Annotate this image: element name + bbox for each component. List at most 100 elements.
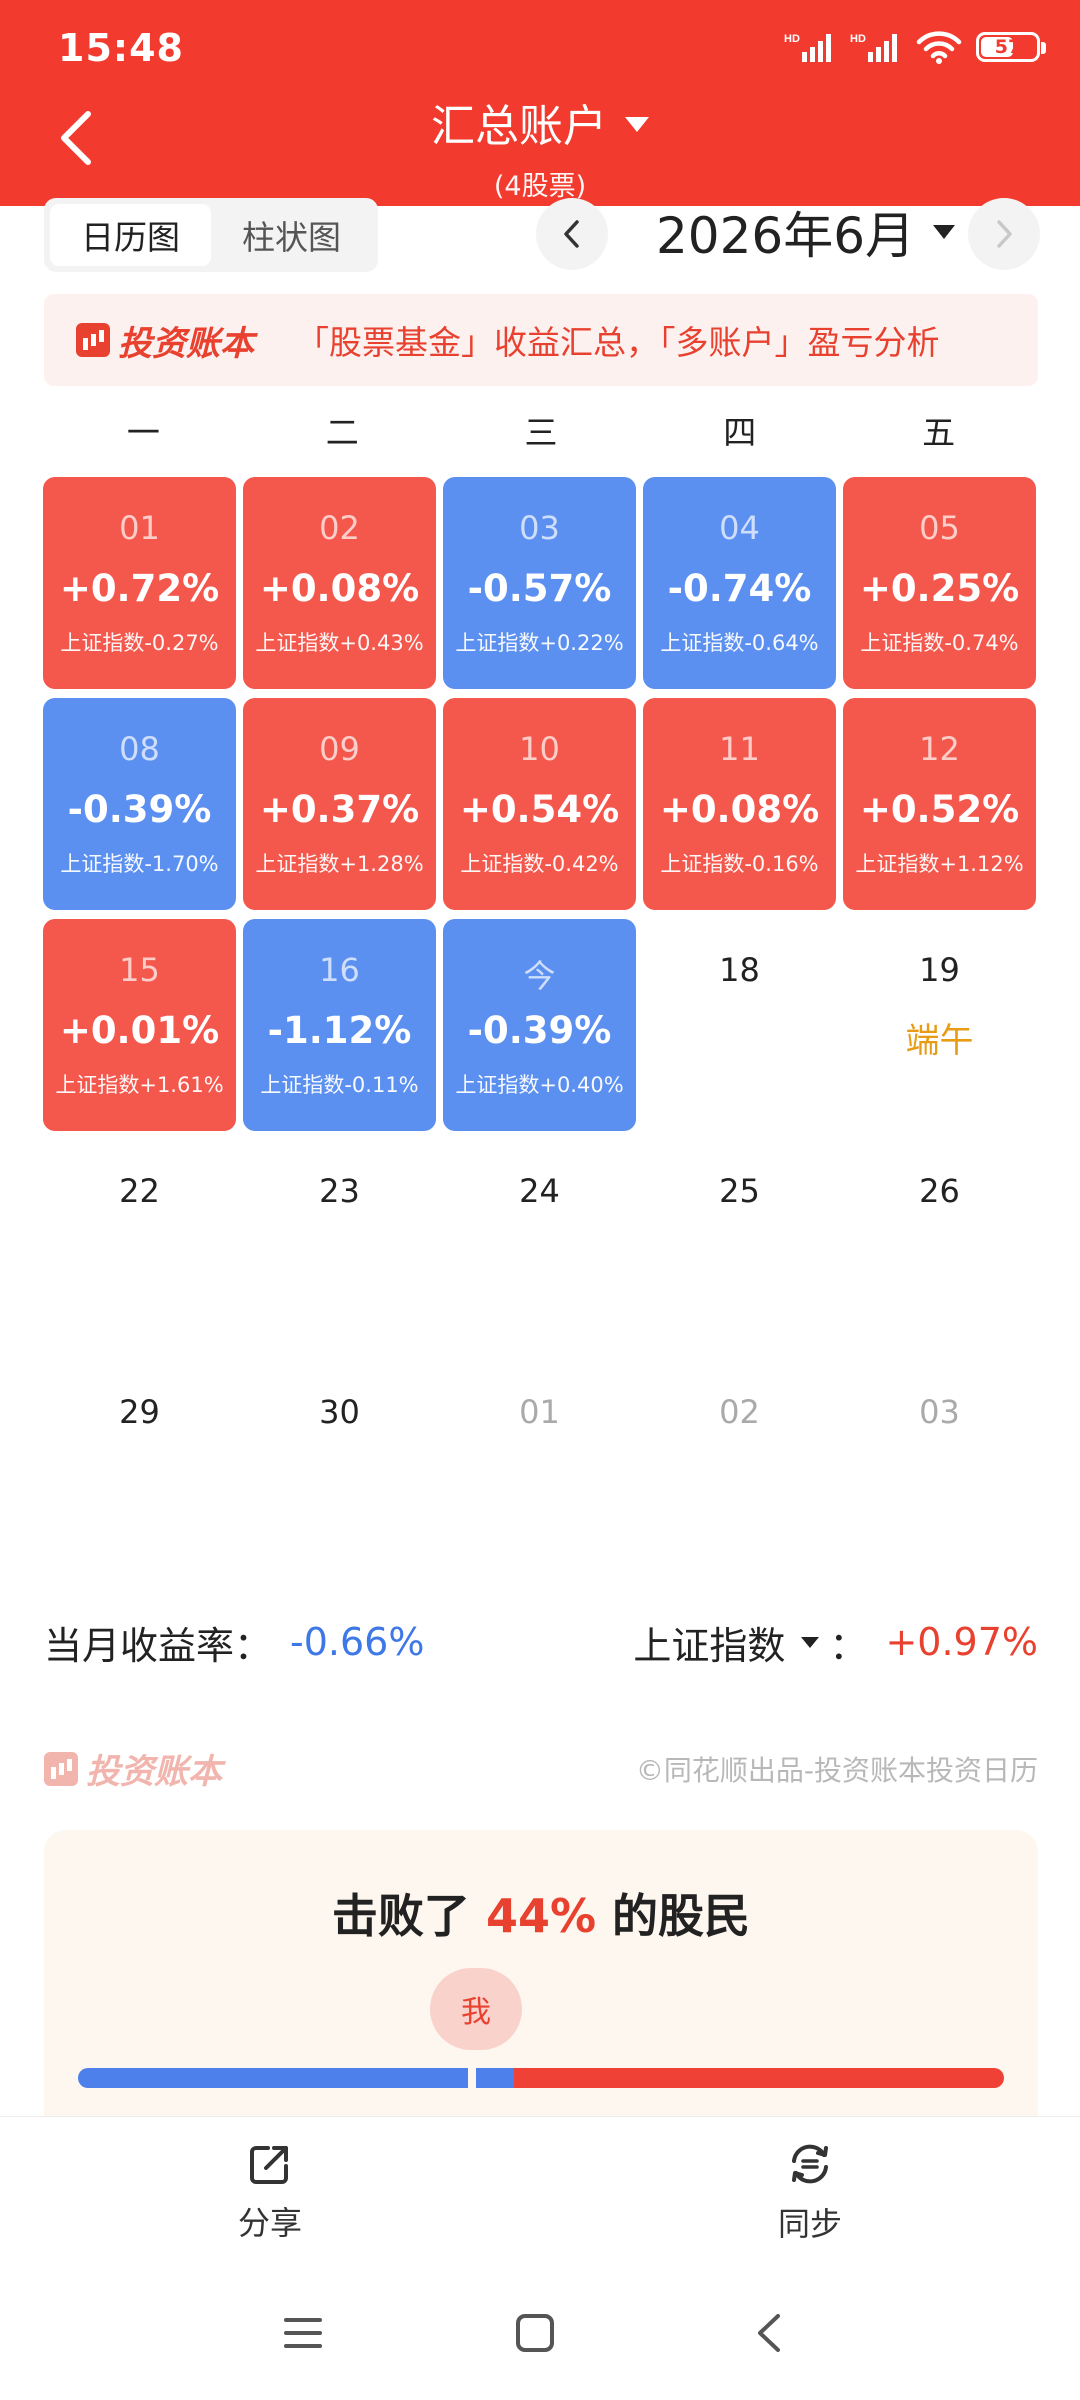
weekday-header: 一 二 三 四 五	[44, 406, 1038, 454]
calendar-day-cell[interactable]: 16 -1.12% 上证指数-0.11%	[243, 919, 436, 1131]
daily-return: +0.72%	[59, 567, 220, 610]
day-number: 02	[719, 1393, 760, 1431]
calendar-day-cell[interactable]: 03	[843, 1361, 1036, 1573]
signal-icon: HD	[784, 33, 831, 62]
month-return-value: -0.66%	[290, 1620, 425, 1664]
day-number: 08	[119, 730, 160, 768]
calendar-week-row: 08 -0.39% 上证指数-1.70% 09 +0.37% 上证指数+1.28% 10 +0…	[43, 698, 1039, 910]
calendar-day-cell[interactable]: 19 端午	[843, 919, 1036, 1131]
brand-logo: 投资账本	[76, 316, 254, 365]
index-change: 上证指数-0.16%	[660, 852, 819, 876]
day-number: 26	[919, 1172, 960, 1210]
index-change: 上证指数-1.70%	[60, 852, 219, 876]
day-number: 23	[319, 1172, 360, 1210]
signal-icon: HD	[850, 33, 897, 62]
page-title: 汇总账户	[431, 101, 607, 152]
daily-return: +0.01%	[59, 1009, 220, 1052]
calendar-day-cell[interactable]: 23	[243, 1140, 436, 1352]
calendar-day-cell[interactable]: 09 +0.37% 上证指数+1.28%	[243, 698, 436, 910]
month-label: 2026年6月	[656, 207, 916, 265]
day-number: 25	[719, 1172, 760, 1210]
daily-return: -0.57%	[467, 567, 612, 610]
calendar-day-cell[interactable]: 12 +0.52% 上证指数+1.12%	[843, 698, 1036, 910]
calendar-day-cell[interactable]: 02	[643, 1361, 836, 1573]
day-number: 15	[119, 951, 160, 989]
ranking-title: 击败了 44% 的股民	[44, 1880, 1038, 1946]
menu-icon[interactable]	[280, 2310, 326, 2356]
day-number: 02	[319, 509, 360, 547]
calendar-day-cell[interactable]: 01	[443, 1361, 636, 1573]
calendar-day-cell[interactable]: 11 +0.08% 上证指数-0.16%	[643, 698, 836, 910]
ranking-card: 击败了 44% 的股民 我	[44, 1830, 1038, 2130]
calendar-day-cell[interactable]: 今 -0.39% 上证指数+0.40%	[443, 919, 636, 1131]
calendar-week-row: 29 30 01 02 03	[43, 1361, 1039, 1573]
calendar-day-cell[interactable]: 26	[843, 1140, 1036, 1352]
day-number: 10	[519, 730, 560, 768]
day-number: 今	[523, 957, 556, 995]
ranking-percent: 44%	[485, 1889, 597, 1943]
calendar-day-cell[interactable]: 15 +0.01% 上证指数+1.61%	[43, 919, 236, 1131]
index-change: 上证指数+0.22%	[455, 631, 624, 655]
calendar-day-cell[interactable]: 24	[443, 1140, 636, 1352]
day-number: 01	[519, 1393, 560, 1431]
chevron-left-icon	[564, 220, 579, 248]
index-change: 上证指数+0.43%	[255, 631, 424, 655]
brand-logo: 投资账本	[44, 1744, 222, 1793]
calendar-day-cell[interactable]: 04 -0.74% 上证指数-0.64%	[643, 477, 836, 689]
ledger-icon	[44, 1751, 78, 1786]
index-change: 上证指数-0.64%	[660, 631, 819, 655]
calendar-day-cell[interactable]: 29	[43, 1361, 236, 1573]
calendar-day-cell[interactable]: 25	[643, 1140, 836, 1352]
ranking-suffix: 的股民	[596, 1889, 751, 1943]
index-change: 上证指数+1.28%	[255, 852, 424, 876]
calendar-day-cell[interactable]: 10 +0.54% 上证指数-0.42%	[443, 698, 636, 910]
day-number: 12	[919, 730, 960, 768]
calendar-day-cell[interactable]: 05 +0.25% 上证指数-0.74%	[843, 477, 1036, 689]
svg-text:HD: HD	[850, 33, 866, 45]
ranking-bar-above	[514, 2068, 1004, 2088]
next-month-button[interactable]	[968, 198, 1040, 270]
share-button[interactable]: 分享	[0, 2117, 540, 2266]
index-selector[interactable]: 上证指数 ： +0.97%	[633, 1615, 1038, 1670]
calendar-day-cell[interactable]: 01 +0.72% 上证指数-0.27%	[43, 477, 236, 689]
ranking-bar-below	[78, 2068, 468, 2088]
status-time: 15:48	[58, 26, 184, 70]
calendar-grid: 01 +0.72% 上证指数-0.27% 02 +0.08% 上证指数+0.43% 03 -0…	[43, 477, 1039, 1582]
bottom-action-bar: 分享 同步	[0, 2116, 1080, 2266]
prev-month-button[interactable]	[536, 198, 608, 270]
back-nav-icon[interactable]	[748, 2310, 794, 2356]
credit-text: ©同花顺出品-投资账本投资日历	[635, 1753, 1038, 1787]
calendar-day-cell[interactable]: 02 +0.08% 上证指数+0.43%	[243, 477, 436, 689]
calendar-day-cell[interactable]: 22	[43, 1140, 236, 1352]
svg-text:HD: HD	[784, 33, 800, 45]
weekday-label: 二	[325, 413, 359, 452]
day-number: 03	[919, 1393, 960, 1431]
calendar-day-cell[interactable]: 03 -0.57% 上证指数+0.22%	[443, 477, 636, 689]
weekday-label: 四	[723, 413, 757, 452]
sync-button[interactable]: 同步	[540, 2117, 1080, 2266]
day-number: 09	[319, 730, 360, 768]
tab-calendar[interactable]: 日历图	[50, 204, 211, 266]
calendar-day-cell[interactable]: 08 -0.39% 上证指数-1.70%	[43, 698, 236, 910]
index-change: 上证指数-0.11%	[260, 1073, 419, 1097]
calendar-day-cell[interactable]: 18	[643, 919, 836, 1131]
index-change: 上证指数+1.12%	[855, 852, 1024, 876]
day-number: 03	[519, 509, 560, 547]
month-selector[interactable]: 2026年6月	[656, 196, 956, 268]
day-number: 24	[519, 1172, 560, 1210]
index-change: 上证指数-0.27%	[60, 631, 219, 655]
chevron-right-icon	[997, 220, 1012, 248]
home-icon[interactable]	[512, 2310, 558, 2356]
me-marker: 我	[430, 1968, 522, 2050]
promo-banner[interactable]: 投资账本 「股票基金」收益汇总，「多账户」盈亏分析	[44, 294, 1038, 386]
watermark: 投资账本 ©同花顺出品-投资账本投资日历	[44, 1744, 1038, 1793]
tab-bar-chart[interactable]: 柱状图	[211, 204, 372, 266]
daily-return: -0.74%	[667, 567, 812, 610]
index-change: 上证指数-0.42%	[460, 852, 619, 876]
daily-return: -1.12%	[267, 1009, 412, 1052]
app-header: 15:48 HD HD 57 汇总账户 (4股票)	[0, 0, 1080, 206]
status-icons: HD HD 57	[784, 30, 1046, 64]
account-selector[interactable]: 汇总账户	[431, 90, 649, 154]
calendar-day-cell[interactable]: 30	[243, 1361, 436, 1573]
battery-level: 57	[994, 36, 1022, 58]
